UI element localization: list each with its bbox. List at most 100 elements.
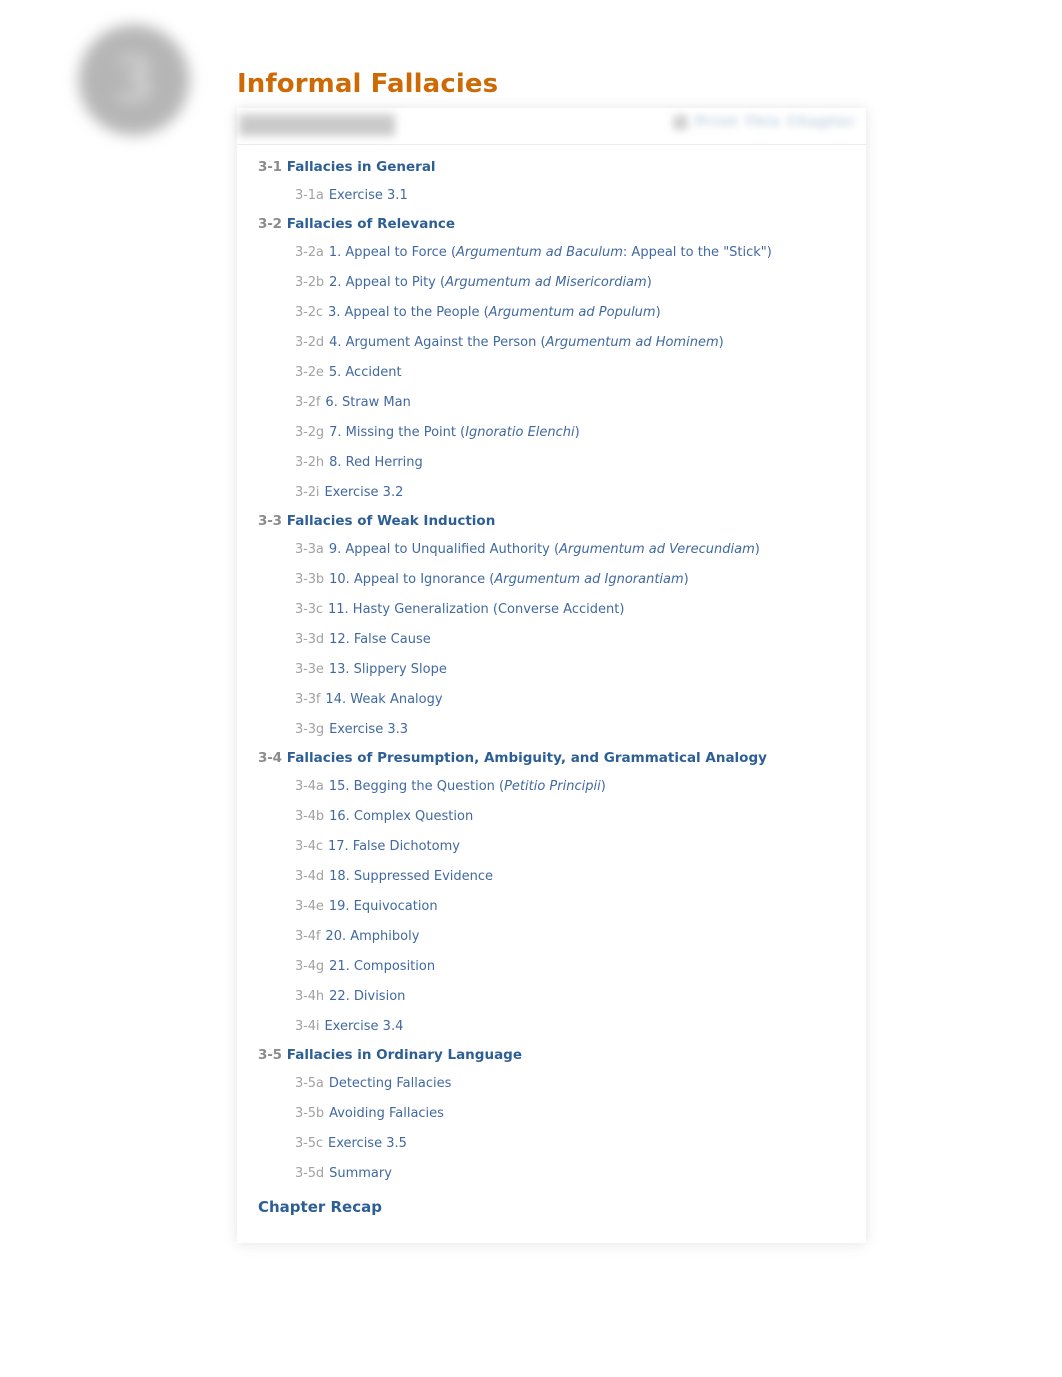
toc-item-link[interactable]: 2. Appeal to Pity (Argumentum ad Miseric…	[329, 275, 652, 290]
toc-item-row[interactable]: 3-4g 21. Composition	[237, 951, 866, 981]
toc-item-link[interactable]: 7. Missing the Point (Ignoratio Elenchi)	[329, 425, 580, 440]
toc-item-number: 3-3d	[295, 632, 325, 647]
toc-item-latin-term: Argumentum ad Hominem	[545, 335, 719, 350]
toc-item-row[interactable]: 3-2b 2. Appeal to Pity (Argumentum ad Mis…	[237, 267, 866, 297]
toc-item-link[interactable]: 17. False Dichotomy	[328, 839, 460, 854]
toc-section-row[interactable]: 3-5 Fallacies in Ordinary Language	[237, 1041, 866, 1068]
toc-item-row[interactable]: 3-2d 4. Argument Against the Person (Argu…	[237, 327, 866, 357]
toc-item-link[interactable]: Summary	[329, 1166, 392, 1181]
toc-section-link[interactable]: Fallacies in Ordinary Language	[287, 1047, 522, 1063]
toc-item-row[interactable]: 3-4h 22. Division	[237, 981, 866, 1011]
toc-item-number: 3-3b	[295, 572, 325, 587]
toc-item-link[interactable]: Exercise 3.1	[329, 188, 408, 203]
toc-item-link[interactable]: Detecting Fallacies	[329, 1076, 452, 1091]
toc-item-number: 3-3e	[295, 662, 324, 677]
toc-item-number: 3-5c	[295, 1136, 323, 1151]
toc-item-link[interactable]: 15. Begging the Question (Petitio Princi…	[329, 779, 606, 794]
toc-item-link[interactable]: 10. Appeal to Ignorance (Argumentum ad I…	[329, 572, 689, 587]
toc-section-link[interactable]: Fallacies in General	[287, 159, 436, 175]
toc-item-number: 3-2b	[295, 275, 325, 290]
toc-item-title-suffix: )	[754, 542, 760, 557]
toc-item-link[interactable]: Avoiding Fallacies	[329, 1106, 444, 1121]
toc-item-link[interactable]: 1. Appeal to Force (Argumentum ad Baculu…	[329, 245, 772, 260]
print-chapter-label: Print This Chapter	[695, 115, 856, 130]
toc-section-row[interactable]: 3-4 Fallacies of Presumption, Ambiguity, …	[237, 744, 866, 771]
print-chapter-button[interactable]: Print This Chapter	[673, 115, 856, 130]
toc-section-number: 3-3	[258, 513, 282, 529]
toc-item-row[interactable]: 3-3b 10. Appeal to Ignorance (Argumentum …	[237, 564, 866, 594]
toc-item-title-text: Exercise 3.1	[328, 188, 408, 203]
toc-item-row[interactable]: 3-3a 9. Appeal to Unqualified Authority (…	[237, 534, 866, 564]
toc-item-row[interactable]: 3-5b Avoiding Fallacies	[237, 1098, 866, 1128]
toc-item-row[interactable]: 3-3f 14. Weak Analogy	[237, 684, 866, 714]
toc-item-link[interactable]: 12. False Cause	[329, 632, 431, 647]
toc-item-row[interactable]: 3-2g 7. Missing the Point (Ignoratio Elen…	[237, 417, 866, 447]
toc-section-row[interactable]: 3-3 Fallacies of Weak Induction	[237, 507, 866, 534]
toc-item-row[interactable]: 3-2f 6. Straw Man	[237, 387, 866, 417]
toc-item-row[interactable]: 3-4f 20. Amphiboly	[237, 921, 866, 951]
toc-item-row[interactable]: 3-5a Detecting Fallacies	[237, 1068, 866, 1098]
toc-item-title-text: Exercise 3.3	[329, 722, 408, 737]
toc-item-row[interactable]: 3-2h 8. Red Herring	[237, 447, 866, 477]
toc-item-link[interactable]: 9. Appeal to Unqualified Authority (Argu…	[329, 542, 760, 557]
chapter-contents-tab[interactable]: Chapter Contents	[239, 114, 395, 136]
toc-item-row[interactable]: 3-3c 11. Hasty Generalization (Converse A…	[237, 594, 866, 624]
toc-item-row[interactable]: 3-1a Exercise 3.1	[237, 180, 866, 210]
toc-item-link[interactable]: Exercise 3.2	[324, 485, 403, 500]
toc-item-row[interactable]: 3-4i Exercise 3.4	[237, 1011, 866, 1041]
toc-item-link[interactable]: 8. Red Herring	[329, 455, 423, 470]
toc-item-link[interactable]: 4. Argument Against the Person (Argument…	[329, 335, 724, 350]
toc-item-title-text: 2. Appeal to Pity (	[329, 275, 446, 290]
toc-item-row[interactable]: 3-4e 19. Equivocation	[237, 891, 866, 921]
toc-item-title-suffix: )	[655, 305, 661, 320]
toc-item-link[interactable]: 5. Accident	[329, 365, 402, 380]
toc-item-link[interactable]: 22. Division	[329, 989, 405, 1004]
toc-item-row[interactable]: 3-2e 5. Accident	[237, 357, 866, 387]
toc-item-link[interactable]: 20. Amphiboly	[325, 929, 419, 944]
toc-item-link[interactable]: Exercise 3.5	[328, 1136, 407, 1151]
toc-section-link[interactable]: Fallacies of Presumption, Ambiguity, and…	[287, 750, 767, 766]
toc-item-link[interactable]: 11. Hasty Generalization (Converse Accid…	[328, 602, 624, 617]
toc-section-number: 3-1	[258, 159, 282, 175]
toc-item-row[interactable]: 3-2c 3. Appeal to the People (Argumentum …	[237, 297, 866, 327]
chapter-contents-card: Chapter Contents Print This Chapter 3-1 F…	[237, 108, 866, 1243]
toc-item-link[interactable]: 14. Weak Analogy	[325, 692, 442, 707]
toc-item-title-text: Avoiding Fallacies	[329, 1106, 444, 1121]
toc-item-title-text: 15. Begging the Question (	[328, 779, 505, 794]
toc-item-title-text: 8. Red Herring	[329, 455, 423, 470]
toc-item-link[interactable]: Exercise 3.3	[329, 722, 408, 737]
toc-item-row[interactable]: 3-2i Exercise 3.2	[237, 477, 866, 507]
toc-item-row[interactable]: 3-4b 16. Complex Question	[237, 801, 866, 831]
toc-item-number: 3-4b	[295, 809, 325, 824]
toc-item-link[interactable]: 18. Suppressed Evidence	[329, 869, 493, 884]
toc-item-row[interactable]: 3-4c 17. False Dichotomy	[237, 831, 866, 861]
toc-item-number: 3-5d	[295, 1166, 325, 1181]
toc-item-number: 3-5b	[295, 1106, 325, 1121]
toc-item-link[interactable]: Exercise 3.4	[324, 1019, 403, 1034]
chapter-recap-row[interactable]: Chapter Recap	[237, 1188, 866, 1223]
toc-item-link[interactable]: 13. Slippery Slope	[329, 662, 447, 677]
toc-item-row[interactable]: 3-4a 15. Begging the Question (Petitio Pr…	[237, 771, 866, 801]
toc-item-link[interactable]: 6. Straw Man	[325, 395, 410, 410]
toc-section-row[interactable]: 3-1 Fallacies in General	[237, 153, 866, 180]
toc-section-row[interactable]: 3-2 Fallacies of Relevance	[237, 210, 866, 237]
toc-section-link[interactable]: Fallacies of Weak Induction	[287, 513, 496, 529]
toc-item-row[interactable]: 3-3e 13. Slippery Slope	[237, 654, 866, 684]
toc-item-row[interactable]: 3-2a 1. Appeal to Force (Argumentum ad Ba…	[237, 237, 866, 267]
toc-item-number: 3-3g	[295, 722, 325, 737]
toc-item-number: 3-2i	[295, 485, 320, 500]
toc-item-link[interactable]: 3. Appeal to the People (Argumentum ad P…	[328, 305, 661, 320]
toc-item-latin-term: Argumentum ad Baculum	[456, 245, 623, 260]
toc-item-row[interactable]: 3-4d 18. Suppressed Evidence	[237, 861, 866, 891]
toc-item-number: 3-3f	[295, 692, 321, 707]
toc-item-row[interactable]: 3-3g Exercise 3.3	[237, 714, 866, 744]
toc-item-row[interactable]: 3-5d Summary	[237, 1158, 866, 1188]
toc-item-link[interactable]: 19. Equivocation	[329, 899, 438, 914]
toc-item-row[interactable]: 3-3d 12. False Cause	[237, 624, 866, 654]
chapter-recap-link[interactable]: Chapter Recap	[258, 1198, 382, 1216]
toc-item-link[interactable]: 16. Complex Question	[329, 809, 473, 824]
toc-item-number: 3-5a	[295, 1076, 324, 1091]
toc-item-link[interactable]: 21. Composition	[329, 959, 435, 974]
toc-section-link[interactable]: Fallacies of Relevance	[287, 216, 455, 232]
toc-item-row[interactable]: 3-5c Exercise 3.5	[237, 1128, 866, 1158]
